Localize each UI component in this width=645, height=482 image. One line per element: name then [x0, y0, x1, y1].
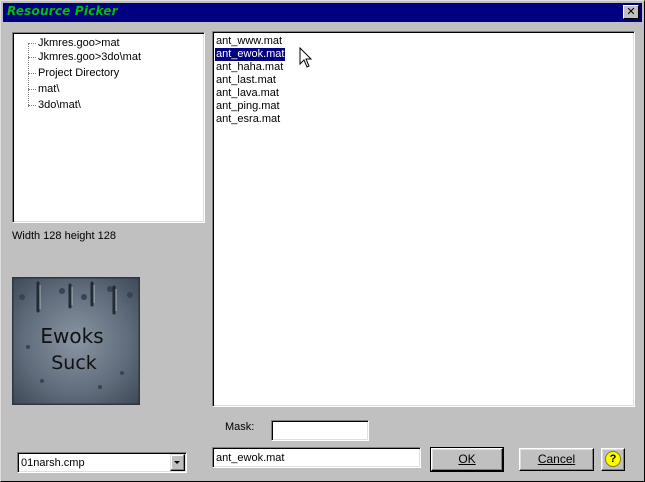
mask-input[interactable]	[271, 420, 369, 441]
tree-branch	[28, 42, 36, 44]
ok-button-label: OK	[458, 452, 476, 466]
file-item-ant-last[interactable]: ant_last.mat	[215, 74, 277, 87]
close-button[interactable]: ✕	[623, 5, 639, 19]
tree-item-label: Jkmres.goo>mat	[38, 37, 120, 50]
mask-label: Mask:	[225, 421, 255, 433]
file-list[interactable]: ant_www.mat ant_ewok.mat ant_haha.mat an…	[212, 31, 635, 407]
tree-branch	[28, 88, 36, 90]
filename-input[interactable]: ant_ewok.mat	[212, 447, 421, 468]
tree-item-label: Jkmres.goo>3do\mat	[38, 51, 142, 64]
file-item-ant-ping[interactable]: ant_ping.mat	[215, 100, 281, 113]
tree-branch	[28, 104, 36, 106]
texture-dimensions: Width 128 height 128	[12, 230, 116, 242]
preview-graffiti-line1: Ewoks	[40, 324, 103, 348]
file-item-ant-www[interactable]: ant_www.mat	[215, 35, 283, 48]
preview-graffiti-line2: Suck	[51, 352, 97, 374]
ok-button[interactable]: OK	[430, 447, 504, 472]
colormap-dropdown-button[interactable]	[170, 454, 185, 471]
file-item-ant-lava[interactable]: ant_lava.mat	[215, 87, 280, 100]
tree-item-project-directory[interactable]: Project Directory	[13, 67, 119, 81]
resource-picker-window: Resource Picker ✕ Jkmres.goo>mat Jkmres.…	[0, 0, 645, 482]
colormap-dropdown[interactable]: 01narsh.cmp	[17, 452, 187, 473]
file-item-ant-ewok-selected[interactable]: ant_ewok.mat	[213, 47, 287, 62]
directory-tree[interactable]: Jkmres.goo>mat Jkmres.goo>3do\mat Projec…	[12, 32, 205, 223]
tree-item-jkmres-3do-mat[interactable]: Jkmres.goo>3do\mat	[13, 51, 141, 65]
tree-item-jkmres-mat[interactable]: Jkmres.goo>mat	[13, 37, 120, 51]
tree-item-label: Project Directory	[38, 67, 120, 80]
cancel-button-label: Cancel	[537, 452, 576, 466]
colormap-dropdown-value: 01narsh.cmp	[21, 457, 85, 469]
file-item-ant-esra[interactable]: ant_esra.mat	[215, 113, 281, 126]
tree-item-label: 3do\mat\	[38, 99, 81, 112]
texture-preview-image: Ewoks Suck	[12, 277, 140, 405]
texture-preview: Ewoks Suck	[12, 277, 140, 405]
window-title: Resource Picker	[7, 4, 118, 18]
title-bar[interactable]: Resource Picker ✕	[3, 3, 642, 22]
close-icon: ✕	[626, 5, 636, 18]
help-button[interactable]: ?	[601, 448, 625, 471]
filename-input-value: ant_ewok.mat	[216, 452, 285, 464]
tree-item-3do-mat[interactable]: 3do\mat\	[13, 99, 81, 113]
help-icon: ?	[605, 451, 621, 467]
file-item-ant-haha[interactable]: ant_haha.mat	[215, 61, 284, 74]
dropdown-arrow-icon	[174, 461, 180, 464]
tree-branch	[28, 72, 36, 74]
tree-item-label: mat\	[38, 83, 60, 96]
tree-item-mat[interactable]: mat\	[13, 83, 59, 97]
cancel-button[interactable]: Cancel	[519, 448, 594, 471]
mouse-cursor-icon	[299, 47, 313, 68]
tree-branch	[28, 56, 36, 58]
